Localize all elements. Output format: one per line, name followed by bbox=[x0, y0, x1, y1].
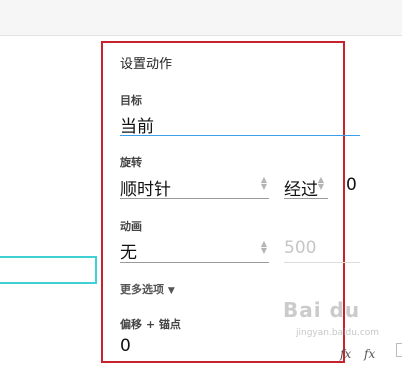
fx-icon[interactable]: fx bbox=[340, 347, 351, 361]
animation-duration-underline bbox=[284, 262, 360, 263]
rotate-unit-chevron-icon[interactable]: ▲ ▼ bbox=[316, 176, 326, 191]
animation-label: 动画 bbox=[120, 220, 142, 233]
rotate-label: 旋转 bbox=[120, 156, 142, 169]
animation-underline bbox=[120, 262, 269, 263]
caret-down-icon: ▼ bbox=[167, 286, 175, 296]
fx-icon-secondary[interactable]: fx bbox=[364, 347, 375, 361]
more-options-label: 更多选项 bbox=[120, 283, 164, 296]
target-label: 目标 bbox=[120, 94, 142, 107]
rotate-amount-input[interactable]: 0 bbox=[346, 175, 357, 195]
bracket-icon bbox=[396, 343, 402, 357]
top-toolbar bbox=[0, 0, 402, 36]
animation-select[interactable]: 无 bbox=[120, 238, 137, 263]
watermark-logo: Bai du bbox=[283, 298, 361, 322]
target-underline bbox=[120, 135, 360, 136]
rotate-direction-select[interactable]: 顺时针 bbox=[120, 175, 171, 200]
offset-input[interactable]: 0 bbox=[120, 336, 131, 356]
rotate-direction-underline bbox=[120, 198, 269, 199]
rotate-unit-underline bbox=[284, 198, 328, 199]
animation-duration-input[interactable]: 500 bbox=[284, 238, 316, 258]
rotate-direction-chevron-icon[interactable]: ▲ ▼ bbox=[259, 176, 269, 191]
target-value[interactable]: 当前 bbox=[120, 112, 154, 137]
watermark-url: jingyan.baidu.com bbox=[296, 328, 380, 338]
more-options-toggle[interactable]: 更多选项 ▼ bbox=[120, 281, 175, 297]
offset-anchor-label: 偏移 + 锚点 bbox=[120, 318, 181, 331]
animation-chevron-icon[interactable]: ▲ ▼ bbox=[259, 240, 269, 255]
selected-element-outline[interactable] bbox=[0, 256, 97, 284]
rotate-unit-select[interactable]: 经过 bbox=[284, 175, 320, 200]
panel-title: 设置动作 bbox=[120, 57, 173, 72]
